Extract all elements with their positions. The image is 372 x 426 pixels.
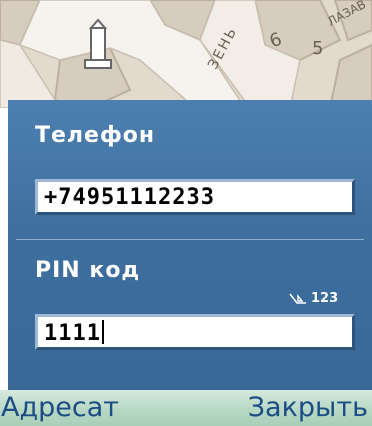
field-divider: [16, 239, 364, 240]
pin-label: PIN код: [35, 258, 141, 283]
recipient-softkey[interactable]: Адресат: [1, 392, 119, 424]
input-mode-label: 123: [311, 291, 339, 306]
app-screen: ЗЕНЬ 6 5 ЛАЗАВ Телефон +74951112233 PIN …: [0, 0, 372, 426]
phone-label: Телефон: [35, 123, 156, 148]
contact-dialog: Телефон +74951112233 PIN код 123 1111: [8, 100, 372, 390]
pin-value-wrap: 1111: [44, 320, 104, 346]
input-mode-indicator: 123: [289, 291, 338, 306]
pin-input[interactable]: 1111: [35, 314, 355, 350]
text-caret: [101, 320, 104, 344]
house-number-5: 5: [312, 38, 324, 59]
pencil-abc-icon: [289, 293, 307, 305]
softkey-bar: Адресат Закрыть: [0, 390, 372, 426]
phone-value: +74951112233: [44, 185, 215, 210]
pin-value: 1111: [44, 321, 101, 346]
map-view[interactable]: ЗЕНЬ 6 5 ЛАЗАВ: [0, 0, 372, 108]
close-softkey[interactable]: Закрыть: [248, 392, 368, 424]
phone-input[interactable]: +74951112233: [35, 179, 355, 215]
